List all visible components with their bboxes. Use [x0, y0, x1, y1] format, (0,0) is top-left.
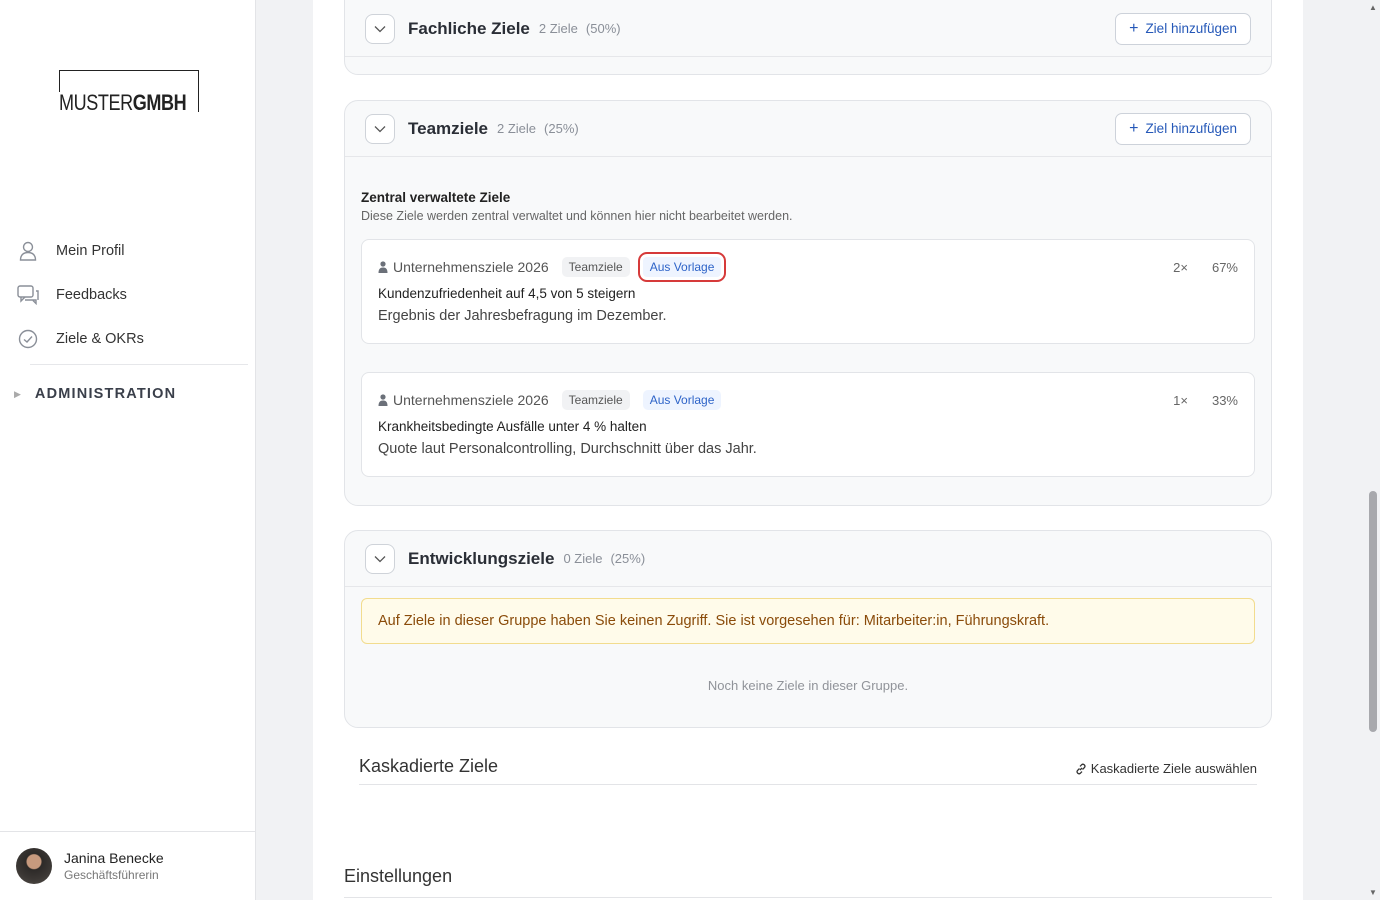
group-header: Entwicklungsziele 0 Ziele (25%) [345, 531, 1271, 587]
add-goal-label: Ziel hinzufügen [1145, 121, 1237, 136]
user-profile[interactable]: Janina Benecke Geschäftsführerin [0, 831, 256, 900]
plus-icon: + [1129, 119, 1139, 137]
access-warning: Auf Ziele in dieser Gruppe haben Sie kei… [361, 598, 1255, 644]
add-goal-label: Ziel hinzufügen [1145, 21, 1237, 36]
user-role: Geschäftsführerin [64, 868, 159, 882]
collapse-toggle[interactable] [365, 543, 395, 574]
collapse-toggle[interactable] [365, 13, 395, 44]
sidebar: MUSTERGMBH Mein Profil Feedbacks Ziele &… [0, 0, 256, 900]
goal-description: Ergebnis der Jahresbefragung im Dezember… [378, 308, 667, 324]
goal-percentage: 67% [1211, 259, 1238, 275]
cascaded-goals-header: Kaskadierte Ziele Kaskadierte Ziele ausw… [359, 756, 1257, 785]
group-header: Teamziele 2 Ziele (25%) + Ziel hinzufüge… [345, 101, 1271, 157]
goal-description: Quote laut Personalcontrolling, Durchsch… [378, 441, 757, 457]
logo-text-light: MUSTER [59, 90, 133, 115]
goal-weight: 2× [1173, 259, 1188, 275]
user-name: Janina Benecke [64, 850, 164, 866]
goal-card[interactable]: Unternehmensziele 2026 Teamziele Aus Vor… [361, 372, 1255, 477]
sidebar-item-label: Ziele & OKRs [56, 331, 144, 347]
user-icon [17, 240, 39, 262]
goal-percentage: 33% [1211, 392, 1238, 408]
sidebar-item-label: Feedbacks [56, 287, 127, 303]
section-title: Zentral verwaltete Ziele [361, 190, 511, 205]
cascaded-goals-title: Kaskadierte Ziele [359, 756, 499, 776]
group-fachliche-ziele: Fachliche Ziele 2 Ziele (50%) + Ziel hin… [344, 0, 1272, 75]
settings-header: Einstellungen [344, 866, 1272, 898]
group-title: Teamziele [408, 118, 489, 138]
main-content: Fachliche Ziele 2 Ziele (50%) + Ziel hin… [313, 0, 1303, 900]
group-title: Entwicklungsziele [408, 548, 555, 568]
chevron-down-icon [374, 555, 386, 562]
section-subtitle: Diese Ziele werden zentral verwaltet und… [361, 209, 793, 223]
sidebar-item-feedbacks[interactable]: Feedbacks [0, 273, 248, 317]
group-tag: Teamziele [561, 390, 630, 410]
plus-icon: + [1129, 19, 1139, 37]
settings-title: Einstellungen [344, 866, 453, 886]
scroll-up-icon[interactable]: ▲ [1369, 3, 1377, 12]
chevron-down-icon [374, 25, 386, 32]
template-badge[interactable]: Aus Vorlage [637, 252, 727, 282]
goal-weight: 1× [1173, 392, 1188, 408]
group-weight: (25%) [544, 121, 579, 136]
avatar [16, 848, 52, 884]
select-cascaded-goals-label: Kaskadierte Ziele auswählen [1090, 761, 1257, 776]
group-weight: (25%) [610, 551, 646, 566]
chevron-down-icon [374, 125, 386, 132]
sidebar-item-ziele-okrs[interactable]: Ziele & OKRs [0, 317, 248, 361]
caret-right-icon: ▶ [14, 388, 21, 399]
person-icon [378, 261, 388, 273]
goal-card[interactable]: Unternehmensziele 2026 Teamziele Aus Vor… [361, 239, 1255, 344]
administration-label: ADMINISTRATION [34, 386, 177, 402]
logo-text-bold: GMBH [132, 90, 187, 115]
collapse-toggle[interactable] [365, 113, 395, 144]
group-weight: (50%) [585, 21, 621, 36]
group-teamziele: Teamziele 2 Ziele (25%) + Ziel hinzufüge… [344, 100, 1272, 506]
link-icon [1076, 763, 1086, 774]
sidebar-item-label: Mein Profil [56, 243, 125, 259]
template-badge[interactable]: Aus Vorlage [642, 390, 722, 410]
select-cascaded-goals-link[interactable]: Kaskadierte Ziele auswählen [1075, 761, 1257, 776]
add-goal-button[interactable]: + Ziel hinzufügen [1115, 112, 1251, 145]
goal-source: Unternehmensziele 2026 [393, 392, 549, 408]
group-tag: Teamziele [561, 257, 630, 277]
sidebar-item-mein-profil[interactable]: Mein Profil [0, 229, 248, 273]
company-logo[interactable]: MUSTERGMBH [59, 70, 199, 115]
group-count: 2 Ziele [538, 21, 578, 36]
sidebar-nav: Mein Profil Feedbacks Ziele & OKRs ▶ ADM… [0, 229, 248, 423]
goal-title: Krankheitsbedingte Ausfälle unter 4 % ha… [378, 419, 647, 434]
person-icon [378, 394, 388, 406]
goal-title: Kundenzufriedenheit auf 4,5 von 5 steige… [378, 286, 636, 301]
scroll-down-icon[interactable]: ▼ [1369, 888, 1377, 897]
empty-state: Noch keine Ziele in dieser Gruppe. [707, 678, 909, 693]
page-scrollbar[interactable]: ▲ ▼ [1366, 0, 1380, 900]
group-entwicklungsziele: Entwicklungsziele 0 Ziele (25%) Auf Ziel… [344, 530, 1272, 728]
scrollbar-thumb[interactable] [1369, 491, 1377, 732]
check-circle-icon [17, 328, 39, 350]
goal-source: Unternehmensziele 2026 [393, 259, 549, 275]
group-title: Fachliche Ziele [408, 18, 530, 38]
group-count: 2 Ziele [497, 121, 537, 136]
add-goal-button[interactable]: + Ziel hinzufügen [1115, 12, 1251, 45]
chat-icon [17, 284, 39, 306]
sidebar-item-administration[interactable]: ▶ ADMINISTRATION [0, 365, 248, 423]
group-count: 0 Ziele [563, 551, 603, 566]
